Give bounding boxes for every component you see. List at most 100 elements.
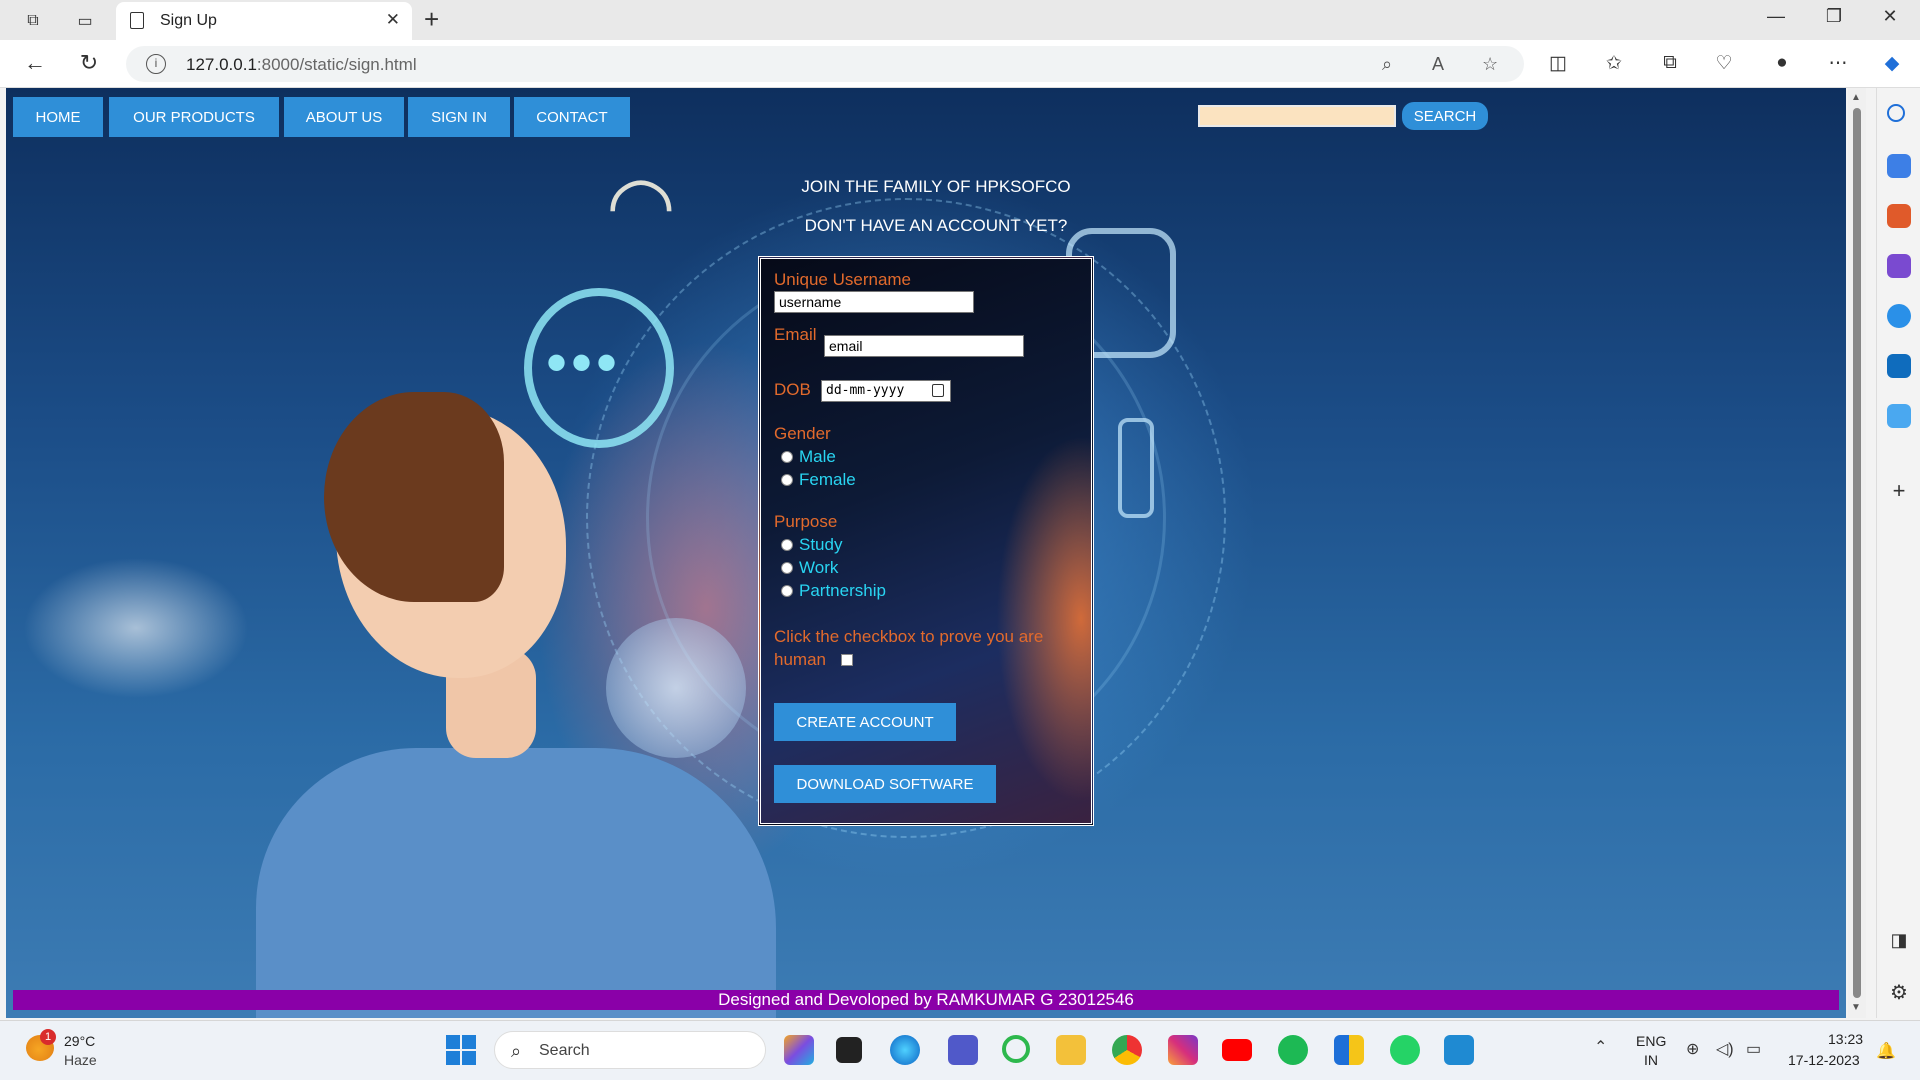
workspaces-icon[interactable]: ⧉ bbox=[20, 8, 46, 34]
radio-button[interactable] bbox=[781, 539, 793, 551]
radio-button[interactable] bbox=[781, 474, 793, 486]
clock-time[interactable]: 13:23 bbox=[1828, 1031, 1863, 1047]
sidebar-m365-icon[interactable] bbox=[1887, 304, 1911, 328]
scroll-down-icon[interactable]: ▼ bbox=[1851, 1002, 1861, 1013]
sidebar-search-icon[interactable] bbox=[1887, 104, 1905, 122]
sidebar-hide-icon[interactable]: ◨ bbox=[1887, 930, 1911, 954]
sidebar-settings-icon[interactable]: ⚙ bbox=[1887, 980, 1911, 1004]
phone-icon bbox=[1118, 418, 1154, 518]
radio-button[interactable] bbox=[781, 562, 793, 574]
zoom-icon[interactable]: ⌕ bbox=[1382, 54, 1392, 75]
language-indicator[interactable]: ENG bbox=[1636, 1033, 1666, 1049]
globe-icon bbox=[606, 618, 746, 758]
download-software-button[interactable]: DOWNLOAD SOFTWARE bbox=[774, 765, 996, 803]
purpose-option-partnership[interactable]: Partnership bbox=[781, 581, 886, 601]
scroll-thumb[interactable] bbox=[1853, 108, 1861, 998]
copilot-icon[interactable]: ◆ bbox=[1878, 52, 1906, 75]
url-text: 127.0.0.1:8000/static/sign.html bbox=[186, 55, 417, 74]
network-icon[interactable]: ⊕ bbox=[1686, 1039, 1699, 1059]
search-button[interactable]: SEARCH bbox=[1402, 102, 1488, 130]
page-footer: Designed and Devoloped by RAMKUMAR G 230… bbox=[13, 990, 1839, 1010]
notification-bell-icon[interactable]: 🔔 bbox=[1876, 1041, 1896, 1061]
close-window-icon[interactable]: ✕ bbox=[1870, 6, 1910, 27]
taskbar-search[interactable]: ⌕ Search bbox=[494, 1031, 766, 1069]
sidebar-games-icon[interactable] bbox=[1887, 254, 1911, 278]
new-tab-button[interactable]: + bbox=[424, 4, 439, 35]
tab-actions-icon[interactable]: ▭ bbox=[72, 8, 98, 34]
spotify-app-icon[interactable] bbox=[1278, 1035, 1308, 1065]
nav-contact[interactable]: CONTACT bbox=[514, 97, 630, 137]
nav-sign-in[interactable]: SIGN IN bbox=[408, 97, 510, 137]
start-button[interactable] bbox=[446, 1035, 476, 1065]
weather-temp[interactable]: 29°C bbox=[64, 1033, 95, 1049]
nav-our-products[interactable]: OUR PRODUCTS bbox=[109, 97, 279, 137]
gender-option-male[interactable]: Male bbox=[781, 447, 836, 467]
vscode-app-icon[interactable] bbox=[1444, 1035, 1474, 1065]
favorite-star-icon[interactable]: ☆ bbox=[1482, 54, 1498, 75]
sidebar-shopping-icon[interactable] bbox=[1887, 154, 1911, 178]
gender-label: Gender bbox=[774, 424, 831, 443]
scroll-up-icon[interactable]: ▲ bbox=[1851, 92, 1861, 103]
volume-icon[interactable]: ◁) bbox=[1716, 1039, 1734, 1059]
weather-desc[interactable]: Haze bbox=[64, 1052, 97, 1068]
tab-sign-up[interactable]: Sign Up ✕ bbox=[116, 2, 412, 40]
create-account-button[interactable]: CREATE ACCOUNT bbox=[774, 703, 956, 741]
language-region[interactable]: IN bbox=[1644, 1052, 1658, 1068]
task-view-icon[interactable] bbox=[836, 1037, 862, 1063]
page-scrollbar[interactable]: ▲ ▼ bbox=[1848, 88, 1866, 1018]
sidebar-add-icon[interactable]: + bbox=[1887, 478, 1911, 503]
web-page: ◠ ••• HOME OUR PRODUCTS ABOUT US SIGN IN… bbox=[6, 88, 1846, 1018]
youtube-app-icon[interactable] bbox=[1222, 1039, 1252, 1061]
read-aloud-icon[interactable]: A bbox=[1432, 54, 1444, 75]
page-icon bbox=[130, 12, 144, 29]
url-field[interactable]: i 127.0.0.1:8000/static/sign.html ⌕ A ☆ bbox=[126, 46, 1524, 82]
collections-icon[interactable]: ⧉ bbox=[1656, 52, 1684, 74]
weather-badge: 1 bbox=[40, 1029, 56, 1045]
human-checkbox[interactable] bbox=[841, 654, 853, 666]
close-tab-icon[interactable]: ✕ bbox=[386, 10, 400, 30]
dob-date-input[interactable]: dd-mm-yyyy bbox=[821, 380, 951, 402]
gender-option-female[interactable]: Female bbox=[781, 470, 856, 490]
chrome-app-icon[interactable] bbox=[1112, 1035, 1142, 1065]
radio-button[interactable] bbox=[781, 585, 793, 597]
refresh-app-icon[interactable] bbox=[1002, 1035, 1030, 1063]
username-field[interactable] bbox=[774, 291, 974, 313]
browser-essentials-icon[interactable]: ♡ bbox=[1710, 52, 1738, 75]
email-field[interactable] bbox=[824, 335, 1024, 357]
sidebar-tools-icon[interactable] bbox=[1887, 204, 1911, 228]
minimize-icon[interactable]: — bbox=[1756, 6, 1796, 27]
radio-button[interactable] bbox=[781, 451, 793, 463]
search-input[interactable] bbox=[1198, 105, 1396, 127]
security-app-icon[interactable] bbox=[1334, 1035, 1364, 1065]
profile-icon[interactable]: ● bbox=[1768, 52, 1796, 74]
refresh-icon[interactable]: ↻ bbox=[74, 50, 104, 76]
taskbar-search-label: Search bbox=[539, 1042, 590, 1059]
calendar-icon[interactable] bbox=[932, 384, 944, 397]
taskbar: 1 29°C Haze ⌕ Search ⌃ ENG IN ⊕ ◁) ▭ 13:… bbox=[0, 1020, 1920, 1080]
info-icon[interactable]: i bbox=[146, 54, 166, 74]
sidebar-outlook-icon[interactable] bbox=[1887, 354, 1911, 378]
tab-title: Sign Up bbox=[160, 12, 217, 29]
purpose-option-study[interactable]: Study bbox=[781, 535, 842, 555]
edge-app-icon[interactable] bbox=[890, 1035, 920, 1065]
clock-date[interactable]: 17-12-2023 bbox=[1788, 1052, 1860, 1068]
nav-home[interactable]: HOME bbox=[13, 97, 103, 137]
teams-app-icon[interactable] bbox=[948, 1035, 978, 1065]
nav-about-us[interactable]: ABOUT US bbox=[284, 97, 404, 137]
purpose-option-work[interactable]: Work bbox=[781, 558, 838, 578]
back-arrow-icon[interactable]: ← bbox=[20, 50, 50, 76]
restore-icon[interactable]: ❐ bbox=[1814, 6, 1854, 27]
copilot-app-icon[interactable] bbox=[784, 1035, 814, 1065]
favorites-icon[interactable]: ✩ bbox=[1600, 52, 1628, 75]
address-bar-row: ← ↻ i 127.0.0.1:8000/static/sign.html ⌕ … bbox=[0, 40, 1920, 88]
battery-icon[interactable]: ▭ bbox=[1746, 1039, 1761, 1059]
browser-tab-bar: ⧉ ▭ Sign Up ✕ + — ❐ ✕ bbox=[0, 0, 1920, 40]
chat-dots-icon: ••• bbox=[546, 329, 622, 396]
more-menu-icon[interactable]: ⋯ bbox=[1824, 52, 1852, 75]
split-screen-icon[interactable]: ◫ bbox=[1544, 52, 1572, 75]
whatsapp-app-icon[interactable] bbox=[1390, 1035, 1420, 1065]
sidebar-send-icon[interactable] bbox=[1887, 404, 1911, 428]
file-explorer-icon[interactable] bbox=[1056, 1035, 1086, 1065]
instagram-app-icon[interactable] bbox=[1168, 1035, 1198, 1065]
tray-overflow-icon[interactable]: ⌃ bbox=[1594, 1037, 1607, 1057]
